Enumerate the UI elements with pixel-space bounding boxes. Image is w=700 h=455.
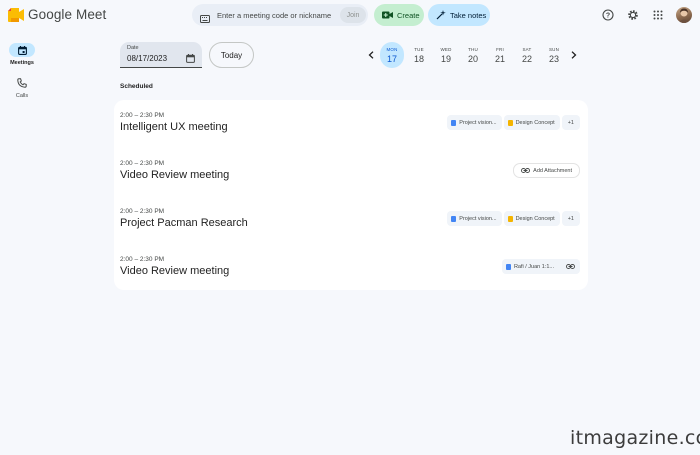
attachment-chips: Project vision... Design Concept +1 (447, 211, 580, 226)
day-name: SAT (522, 47, 532, 52)
svg-text:?: ? (606, 13, 610, 20)
day-number: 17 (386, 54, 397, 64)
day-fri[interactable]: FRI 21 (488, 42, 512, 68)
google-docs-icon (505, 263, 511, 270)
today-button[interactable]: Today (209, 42, 254, 68)
attachment-chips: Rafi / Juan 1:1... (501, 259, 580, 274)
meeting-time: 2:00 – 2:30 PM (120, 112, 165, 119)
meeting-title: Intelligent UX meeting (120, 121, 228, 133)
meeting-code-input[interactable] (217, 4, 335, 26)
attachment-chip-slides[interactable]: Design Concept (503, 115, 560, 130)
top-bar: Google Meet Join Create Take notes ? (0, 0, 700, 32)
take-notes-label: Take notes (450, 10, 487, 20)
day-number: 19 (440, 54, 451, 64)
day-name: SUN (548, 47, 560, 52)
add-attachment-label: Add Attachment (533, 167, 572, 174)
meeting-title: Video Review meeting (120, 265, 230, 277)
day-thu[interactable]: THU 20 (461, 42, 485, 68)
day-name: FRI (496, 47, 504, 52)
meeting-row[interactable]: 2:00 – 2:30 PM Project Pacman Research P… (114, 196, 588, 244)
day-wed[interactable]: WED 19 (434, 42, 458, 68)
day-name: WED (440, 47, 452, 52)
rail-item-meetings[interactable]: Meetings (4, 43, 40, 66)
section-title-scheduled: Scheduled (120, 83, 153, 90)
day-number: 20 (467, 54, 478, 64)
day-number: 21 (494, 54, 505, 64)
chevron-right-icon[interactable] (569, 50, 579, 60)
attachment-label: Project vision... (459, 215, 497, 222)
create-button[interactable]: Create (374, 4, 424, 26)
date-field-value: 08/17/2023 (127, 54, 168, 63)
meeting-code-box: Join (192, 4, 368, 26)
attachment-label: Design Concept (515, 119, 555, 126)
chevron-left-icon[interactable] (366, 50, 376, 60)
day-sat[interactable]: SAT 22 (515, 42, 539, 68)
meeting-row[interactable]: 2:00 – 2:30 PM Video Review meeting Add … (114, 148, 588, 196)
join-button[interactable]: Join (340, 7, 366, 23)
more-attachments-chip[interactable]: +1 (561, 115, 580, 130)
day-name: MON (386, 47, 398, 52)
day-number: 22 (521, 54, 532, 64)
app-title: Google Meet (28, 7, 107, 22)
meet-logo-icon (8, 7, 25, 22)
attachment-label: Design Concept (515, 215, 555, 222)
meetings-list: 2:00 – 2:30 PM Intelligent UX meeting Pr… (114, 100, 588, 290)
calendar-picker-icon[interactable] (186, 50, 195, 68)
google-docs-icon (451, 119, 457, 126)
day-name: THU (468, 47, 478, 52)
keyboard-icon (200, 10, 210, 28)
add-attachment-button[interactable]: Add Attachment (513, 163, 580, 178)
day-number: 23 (548, 54, 559, 64)
avatar[interactable] (676, 7, 692, 23)
create-label: Create (397, 10, 420, 20)
attachment-label: Rafi / Juan 1:1... (513, 263, 554, 270)
attachment-chip-slides[interactable]: Design Concept (503, 211, 560, 226)
attachment-chips: Project vision... Design Concept +1 (447, 115, 580, 130)
watermark-text: itmagazine.cc (570, 427, 700, 449)
link-icon (521, 168, 531, 173)
day-name: TUE (414, 47, 424, 52)
google-docs-icon (451, 215, 457, 222)
google-meet-logo[interactable]: Google Meet (8, 7, 106, 22)
rail-label-meetings: Meetings (10, 60, 34, 66)
google-slides-icon (507, 215, 513, 222)
apps-grid-icon[interactable] (651, 8, 665, 22)
video-add-icon (382, 11, 393, 19)
take-notes-button[interactable]: Take notes (428, 4, 490, 26)
day-tue[interactable]: TUE 18 (407, 42, 431, 68)
attachment-chips: Add Attachment (513, 163, 580, 178)
day-number: 18 (413, 54, 424, 64)
sparkle-pen-icon (436, 10, 446, 20)
meeting-time: 2:00 – 2:30 PM (120, 208, 165, 215)
rail-label-calls: Calls (15, 93, 29, 99)
meeting-title: Project Pacman Research (120, 217, 248, 229)
meeting-title: Video Review meeting (120, 169, 230, 181)
date-picker-field[interactable]: Date 08/17/2023 (120, 42, 202, 68)
day-mon[interactable]: MON 17 (380, 42, 404, 68)
date-field-label: Date (127, 45, 139, 51)
attachment-chip-doc[interactable]: Project vision... (447, 115, 502, 130)
link-icon (566, 264, 575, 269)
settings-icon[interactable] (626, 8, 640, 22)
attachment-chip-doc[interactable]: Rafi / Juan 1:1... (501, 259, 580, 274)
attachment-chip-doc[interactable]: Project vision... (447, 211, 502, 226)
calendar-icon (9, 43, 35, 57)
meeting-row[interactable]: 2:00 – 2:30 PM Intelligent UX meeting Pr… (114, 100, 588, 148)
meeting-time: 2:00 – 2:30 PM (120, 256, 165, 263)
more-attachments-chip[interactable]: +1 (561, 211, 580, 226)
google-slides-icon (507, 119, 513, 126)
meeting-row[interactable]: 2:00 – 2:30 PM Video Review meeting Rafi… (114, 244, 588, 292)
rail-item-calls[interactable]: Calls (4, 76, 40, 99)
day-sun[interactable]: SUN 23 (542, 42, 566, 68)
attachment-label: Project vision... (459, 119, 497, 126)
phone-icon (9, 76, 35, 90)
help-icon[interactable]: ? (601, 8, 615, 22)
meeting-time: 2:00 – 2:30 PM (120, 160, 165, 167)
